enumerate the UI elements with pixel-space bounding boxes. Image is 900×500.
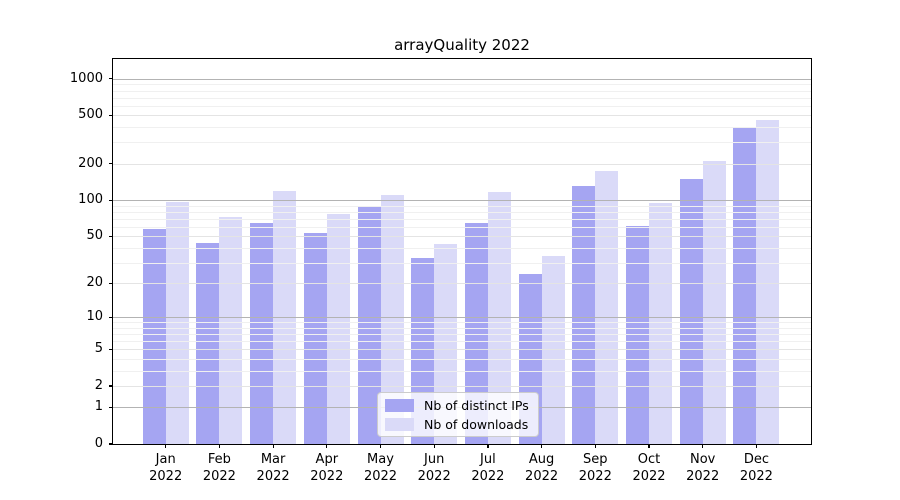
bar [196,243,219,444]
figure: arrayQuality 2022 0 1 2 5 10 20 50 100 200 500 100… [0,0,900,500]
y-tick-label: 500 [0,107,103,123]
legend-swatch [385,399,414,412]
bar [572,186,595,444]
legend: Nb of distinct IPs Nb of downloads [377,392,539,437]
x-tick-mark [273,444,274,448]
legend-label: Nb of distinct IPs [424,398,529,413]
minor-gridline [113,142,811,143]
x-tick-mark [380,444,381,448]
legend-label: Nb of downloads [424,417,528,432]
x-tick-mark [595,444,596,448]
minor-gridline [113,84,811,85]
y-tick-label: 0 [0,436,103,452]
y-tick-mark [109,407,113,408]
y-tick-label: 5 [0,341,103,357]
y-tick-label: 50 [0,228,103,244]
bar [327,214,350,444]
y-tick-label: 2 [0,378,103,394]
legend-item: Nb of distinct IPs [385,397,529,413]
y-tick-label: 10 [0,309,103,325]
x-tick-mark [702,444,703,448]
x-tick-label: Dec 2022 [716,452,796,485]
y-tick-mark [109,317,113,318]
y-tick-label: 20 [0,275,103,291]
chart-title: arrayQuality 2022 [113,36,811,54]
bar [250,223,273,444]
x-tick-mark [219,444,220,448]
x-tick-mark [165,444,166,448]
legend-swatch [385,418,414,431]
y-tick-mark [109,443,113,444]
x-tick-mark [434,444,435,448]
bar [542,256,565,444]
y-tick-mark [109,163,113,164]
bar [219,217,242,445]
bar [649,203,672,444]
minor-gridline [113,127,811,128]
y-tick-mark [109,236,113,237]
y-tick-mark [109,200,113,201]
bar [626,226,649,444]
bar [166,202,189,444]
y-tick-label: 200 [0,156,103,172]
x-tick-mark [487,444,488,448]
x-tick-mark [756,444,757,448]
bar [680,179,703,444]
bar [304,233,327,444]
bar [733,127,756,444]
x-tick-mark [326,444,327,448]
y-tick-mark [109,349,113,350]
minor-gridline [113,98,811,99]
y-tick-label: 1 [0,399,103,415]
minor-gridline [113,91,811,92]
y-tick-label: 100 [0,192,103,208]
bar [595,171,618,444]
bar [143,229,166,444]
major-gridline [113,115,811,116]
y-tick-mark [109,385,113,386]
decade-gridline [113,79,811,80]
minor-gridline [113,106,811,107]
x-tick-mark [648,444,649,448]
bar [703,161,726,444]
bar [273,191,296,444]
y-tick-mark [109,115,113,116]
plot-area [113,59,811,444]
bar [756,120,779,444]
y-tick-label: 1000 [0,71,103,87]
x-tick-mark [541,444,542,448]
y-tick-mark [109,283,113,284]
y-tick-mark [109,78,113,79]
legend-item: Nb of downloads [385,416,529,432]
